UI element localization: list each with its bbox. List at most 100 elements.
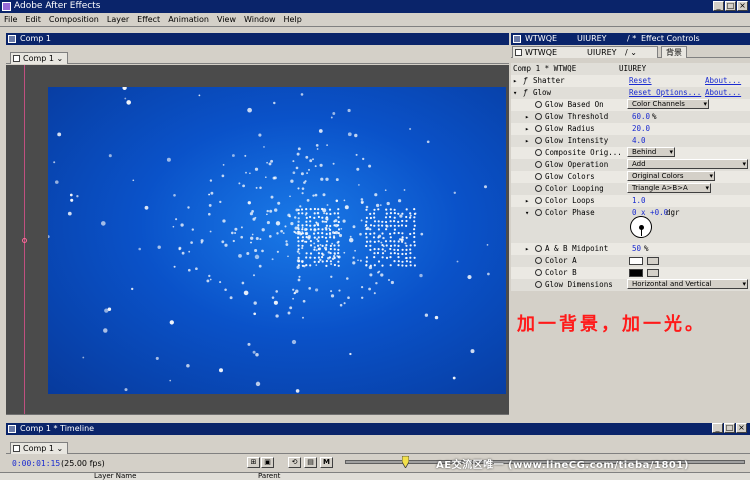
tab-comp-1[interactable]: Comp 1 ⌄ xyxy=(10,52,69,64)
menu-window[interactable]: Window xyxy=(240,13,280,27)
eyedropper-icon[interactable] xyxy=(647,257,659,265)
param-glow-intensity[interactable]: ▸ Glow Intensity 4.0 xyxy=(511,135,750,147)
maximize-icon[interactable]: □ xyxy=(725,1,736,11)
close-icon[interactable]: × xyxy=(737,1,748,11)
particle xyxy=(305,232,308,235)
particle xyxy=(301,187,305,190)
stopwatch-icon[interactable] xyxy=(535,269,542,276)
draft-3d-icon[interactable]: ⟲ xyxy=(288,457,301,468)
particle xyxy=(252,274,256,277)
stopwatch-icon[interactable] xyxy=(535,125,542,132)
menu-help[interactable]: Help xyxy=(280,13,306,27)
particle xyxy=(297,220,300,223)
glow-operation-dropdown[interactable]: Add xyxy=(627,159,748,169)
glow-based-on-dropdown[interactable]: Color Channels xyxy=(627,99,709,109)
expand-triangle-icon[interactable]: ▸ xyxy=(513,75,517,87)
comp-flowchart-icon[interactable]: ⊞ xyxy=(247,457,260,468)
effect-row-shatter[interactable]: ▸ ƒ Shatter Reset About... xyxy=(511,75,750,87)
param-color-phase[interactable]: ▾ Color Phase 0 x +0.0 dgr xyxy=(511,207,750,219)
radius-value[interactable]: 20.0 xyxy=(632,123,650,135)
particle xyxy=(301,264,304,267)
comp-canvas[interactable] xyxy=(48,87,506,394)
particle xyxy=(325,216,328,219)
particle xyxy=(271,296,275,299)
particle xyxy=(332,162,335,165)
particle xyxy=(247,342,251,346)
color-looping-dropdown[interactable]: Triangle A>B>A xyxy=(627,183,711,193)
playhead-icon[interactable] xyxy=(401,455,410,469)
stopwatch-icon[interactable] xyxy=(535,149,542,156)
menu-composition[interactable]: Composition xyxy=(45,13,103,27)
comp-tab-label: Comp 1 xyxy=(23,54,54,63)
particle xyxy=(292,171,296,175)
glow-dimensions-dropdown[interactable]: Horizontal and Vertical xyxy=(627,279,748,289)
stopwatch-icon[interactable] xyxy=(535,209,542,216)
color-b-swatch[interactable] xyxy=(629,269,643,277)
color-a-swatch[interactable] xyxy=(629,257,643,265)
menu-file[interactable]: File xyxy=(0,13,21,27)
composite-original-dropdown[interactable]: Behind xyxy=(627,147,675,157)
glow-reset-options-link[interactable]: Reset Options... xyxy=(629,87,701,99)
glow-about-link[interactable]: About... xyxy=(705,87,741,99)
color-loops-value[interactable]: 1.0 xyxy=(632,195,646,207)
particle xyxy=(348,237,354,243)
current-time-display[interactable]: 0:00:01:15 xyxy=(12,459,60,468)
stopwatch-icon[interactable] xyxy=(535,173,542,180)
shatter-reset-link[interactable]: Reset xyxy=(629,75,652,87)
param-color-loops[interactable]: ▸ Color Loops 1.0 xyxy=(511,195,750,207)
minimize-icon[interactable]: _ xyxy=(713,1,724,11)
param-glow-radius[interactable]: ▸ Glow Radius 20.0 xyxy=(511,123,750,135)
particle xyxy=(305,240,308,243)
motion-blur-icon[interactable]: ▤ xyxy=(304,457,317,468)
tab-timeline-comp-1[interactable]: Comp 1 ⌄ xyxy=(10,442,69,454)
frame-blending-icon[interactable]: M xyxy=(320,457,333,468)
timeline-maximize-icon[interactable]: □ xyxy=(724,423,735,433)
anchor-point-icon[interactable] xyxy=(22,238,27,243)
particle xyxy=(347,108,351,113)
particle xyxy=(222,219,226,223)
tab-background[interactable]: 背景 xyxy=(661,46,687,58)
timeline-minimize-icon[interactable]: _ xyxy=(712,423,723,433)
particle xyxy=(297,260,301,263)
render-icon[interactable]: ▣ xyxy=(261,457,274,468)
particle xyxy=(330,116,333,119)
menu-view[interactable]: View xyxy=(213,13,240,27)
stopwatch-icon[interactable] xyxy=(535,161,542,168)
midpoint-value[interactable]: 50 xyxy=(632,243,641,255)
particle xyxy=(287,255,289,258)
shatter-about-link[interactable]: About... xyxy=(705,75,741,87)
param-ab-midpoint[interactable]: ▸ A & B Midpoint 50 % xyxy=(511,243,750,255)
particle xyxy=(405,264,408,267)
param-glow-threshold[interactable]: ▸ Glow Threshold 60.0 % xyxy=(511,111,750,123)
threshold-value[interactable]: 60.0 xyxy=(632,111,650,123)
stopwatch-icon[interactable] xyxy=(535,101,542,108)
particle xyxy=(409,244,412,247)
effect-row-glow[interactable]: ▾ ƒ Glow Reset Options... About... xyxy=(511,87,750,99)
intensity-value[interactable]: 4.0 xyxy=(632,135,646,147)
particle xyxy=(405,215,408,219)
collapse-triangle-icon[interactable]: ▾ xyxy=(513,87,517,99)
particle xyxy=(198,94,201,97)
menu-layer[interactable]: Layer xyxy=(103,13,133,27)
stopwatch-icon[interactable] xyxy=(535,281,542,288)
particle xyxy=(413,240,416,243)
color-phase-dial[interactable] xyxy=(630,216,652,238)
timeline-close-icon[interactable]: × xyxy=(736,423,747,433)
particle xyxy=(317,208,320,211)
stopwatch-icon[interactable] xyxy=(535,113,542,120)
eyedropper-icon[interactable] xyxy=(647,269,659,277)
glow-colors-dropdown[interactable]: Original Colors xyxy=(627,171,715,181)
particle xyxy=(301,228,304,231)
stopwatch-icon[interactable] xyxy=(535,257,542,264)
menu-edit[interactable]: Edit xyxy=(21,13,45,27)
stopwatch-icon[interactable] xyxy=(535,197,542,204)
particle xyxy=(232,239,235,243)
particle xyxy=(365,256,368,259)
stopwatch-icon[interactable] xyxy=(535,245,542,252)
particle xyxy=(175,218,178,221)
stopwatch-icon[interactable] xyxy=(535,185,542,192)
menu-animation[interactable]: Animation xyxy=(164,13,213,27)
tab-effect-controls[interactable]: WTWQE UIUREY / ⌄ xyxy=(512,46,658,58)
menu-effect[interactable]: Effect xyxy=(133,13,164,27)
stopwatch-icon[interactable] xyxy=(535,137,542,144)
